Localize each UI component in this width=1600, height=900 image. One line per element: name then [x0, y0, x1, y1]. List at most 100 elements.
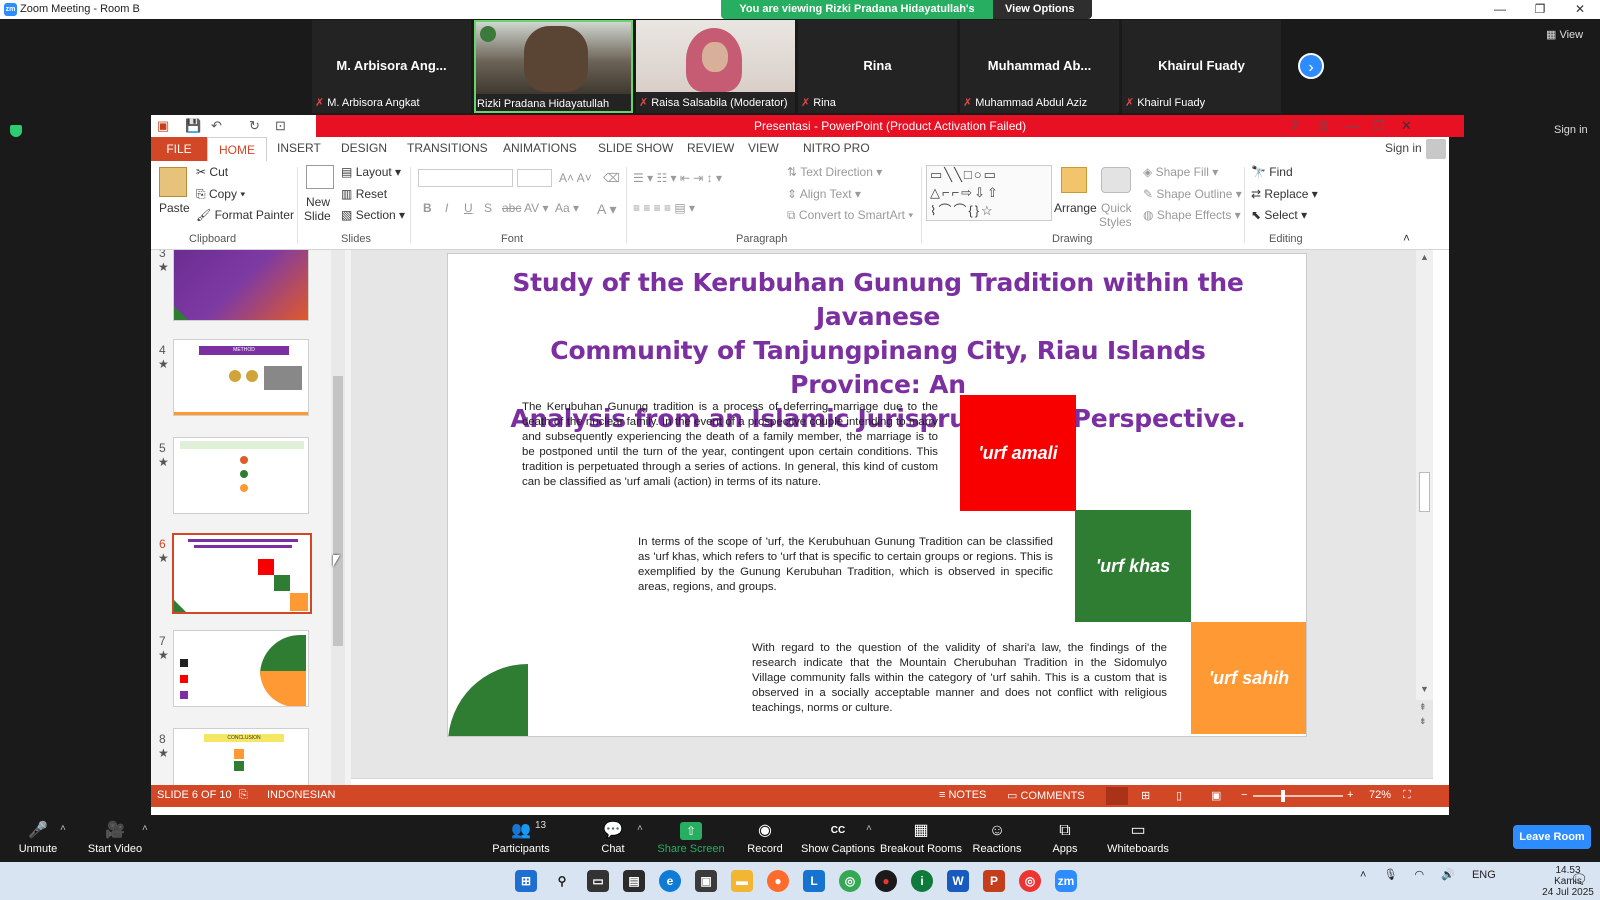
change-case-icon[interactable]: Aa ▾: [555, 201, 579, 215]
select-button[interactable]: ⬉ Select ▾: [1251, 208, 1307, 222]
shape-outline-button[interactable]: ✎ Shape Outline ▾: [1143, 187, 1242, 201]
view-options-button[interactable]: View Options ⌄: [993, 0, 1092, 34]
app-l-icon[interactable]: L: [803, 870, 825, 892]
app-green-icon[interactable]: i: [911, 870, 933, 892]
slide-editing-area[interactable]: Study of the Kerubuhan Gunung Tradition …: [351, 250, 1433, 778]
video-options-chevron-icon[interactable]: ˄: [142, 823, 148, 834]
current-slide[interactable]: Study of the Kerubuhan Gunung Tradition …: [447, 253, 1307, 737]
participant-tile[interactable]: Rina ✗ Rina: [798, 20, 957, 113]
strikethrough-icon[interactable]: abc: [502, 201, 521, 215]
convert-smartart-button[interactable]: ⧉ Convert to SmartArt ▾: [787, 208, 913, 223]
ppt-minimize-icon[interactable]: —: [1346, 118, 1359, 133]
help-icon[interactable]: ?: [1291, 118, 1298, 133]
urf-amali-box[interactable]: 'urf amali: [960, 395, 1076, 511]
zoom-out-icon[interactable]: −: [1241, 789, 1247, 801]
redo-icon[interactable]: ↻: [249, 118, 260, 134]
green-quarter-circle-shape[interactable]: [448, 664, 528, 736]
search-icon[interactable]: ⚲: [551, 870, 573, 892]
collapse-ribbon-icon[interactable]: ˄: [1403, 231, 1410, 245]
security-shield-icon[interactable]: [10, 125, 22, 137]
tab-file[interactable]: FILE: [151, 137, 207, 161]
prev-next-slide-icon[interactable]: ⇞ ⇟: [1419, 700, 1427, 728]
start-video-button[interactable]: 🎥 Start Video: [70, 815, 160, 855]
arrange-button[interactable]: Arrange: [1054, 201, 1097, 215]
user-avatar-icon[interactable]: [1426, 139, 1446, 159]
close-icon[interactable]: ✕: [1560, 0, 1600, 19]
zoom-slider[interactable]: [1253, 795, 1343, 797]
bullets-icon[interactable]: ☰ ▾ ☷ ▾ ⇤ ⇥ ↕ ▾: [633, 171, 722, 185]
audio-options-chevron-icon[interactable]: ˄: [60, 823, 66, 834]
quick-styles-label-2[interactable]: Styles: [1099, 215, 1132, 229]
microphone-icon[interactable]: 🎙: [1384, 869, 1398, 881]
app-red-icon[interactable]: ●: [875, 870, 897, 892]
slide-thumbnail[interactable]: CONCLUSION: [173, 728, 309, 785]
wifi-icon[interactable]: ◠: [1415, 869, 1425, 881]
notification-center-icon[interactable]: 🗨: [1570, 871, 1588, 889]
font-name-combo[interactable]: [418, 169, 513, 187]
shapes-gallery[interactable]: ▭╲╲□○▭ △⌐⌐⇨⇩⇧ ⌇⌒⌒{}☆: [926, 165, 1052, 221]
slide-paragraph-1[interactable]: The Kerubuhan Gunung tradition is a proc…: [522, 400, 938, 490]
bold-icon[interactable]: B: [423, 201, 432, 215]
slide-thumbnail[interactable]: [173, 437, 309, 514]
scroll-up-icon[interactable]: ▲: [1420, 252, 1429, 262]
section-button[interactable]: ▧ Section ▾: [341, 208, 405, 222]
urf-khas-box[interactable]: 'urf khas: [1075, 510, 1191, 622]
clear-formatting-icon[interactable]: ⌫: [603, 171, 620, 185]
align-icons[interactable]: ≡ ≡ ≡ ≡ ▤ ▾: [633, 201, 695, 215]
layout-button[interactable]: ▤ Layout ▾: [341, 165, 401, 179]
slide-paragraph-3[interactable]: With regard to the question of the valid…: [752, 641, 1167, 716]
shape-fill-button[interactable]: ◈ Shape Fill ▾: [1143, 165, 1218, 179]
widgets-icon[interactable]: ▤: [623, 870, 645, 892]
leave-room-button[interactable]: Leave Room: [1513, 825, 1591, 849]
participant-tile[interactable]: Muhammad Ab... ✗ Muhammad Abdul Aziz: [960, 20, 1119, 113]
normal-view-icon[interactable]: [1106, 787, 1128, 805]
ppt-sign-in-link[interactable]: Sign in: [1385, 141, 1422, 159]
quick-styles-label[interactable]: Quick: [1101, 201, 1132, 215]
volume-icon[interactable]: 🔊: [1441, 869, 1455, 881]
notes-toggle[interactable]: ≡ NOTES: [939, 789, 986, 801]
ppt-restore-icon[interactable]: ❐: [1373, 118, 1385, 134]
tab-animations[interactable]: ANIMATIONS: [503, 141, 577, 159]
scroll-down-icon[interactable]: ▼: [1420, 684, 1429, 694]
participants-button[interactable]: 👥 Participants: [476, 815, 566, 855]
shape-effects-button[interactable]: ◍ Shape Effects ▾: [1143, 208, 1241, 222]
chat-button[interactable]: 💬 Chat: [568, 815, 658, 855]
word-icon[interactable]: W: [947, 870, 969, 892]
tab-slide-show[interactable]: SLIDE SHOW: [598, 141, 673, 159]
tab-design[interactable]: DESIGN: [341, 141, 387, 159]
underline-icon[interactable]: U: [464, 201, 473, 215]
reading-view-icon[interactable]: ▯: [1176, 789, 1182, 802]
slide-vertical-scrollbar[interactable]: ▲ ▼: [1416, 250, 1433, 700]
new-slide-icon[interactable]: [306, 165, 334, 189]
tab-home[interactable]: HOME: [207, 137, 267, 161]
slide-thumbnail-selected[interactable]: [172, 533, 312, 614]
show-hidden-icons-chevron-icon[interactable]: ˄: [1360, 869, 1366, 881]
zoom-sign-in-link[interactable]: Sign in: [1554, 124, 1588, 136]
font-size-combo[interactable]: [517, 169, 552, 187]
tab-insert[interactable]: INSERT: [277, 141, 321, 159]
tab-view[interactable]: VIEW: [748, 141, 779, 159]
tab-review[interactable]: REVIEW: [687, 141, 734, 159]
slide-thumbnails-pane[interactable]: 3 ★ 4 ★ METHOD 5 ★ 6 ★ 7 ★ 8 ★ CONCLUSIO…: [151, 250, 351, 785]
edge-browser-icon[interactable]: e: [659, 870, 681, 892]
zoom-in-icon[interactable]: +: [1347, 789, 1353, 801]
italic-icon[interactable]: I: [445, 201, 448, 215]
slide-sorter-icon[interactable]: ⊞: [1141, 789, 1150, 802]
slide-paragraph-2[interactable]: In terms of the scope of 'urf, the Kerub…: [638, 535, 1053, 595]
participant-tile[interactable]: Khairul Fuady ✗ Khairul Fuady: [1122, 20, 1281, 113]
paste-button[interactable]: Paste: [159, 201, 190, 215]
firefox-icon[interactable]: ●: [767, 870, 789, 892]
paste-icon[interactable]: [159, 167, 187, 197]
windows-start-icon[interactable]: ⊞: [515, 870, 537, 892]
format-painter-button[interactable]: 🖌 Format Painter: [196, 208, 294, 222]
slideshow-view-icon[interactable]: ▣: [1211, 789, 1221, 802]
minimize-icon[interactable]: —: [1480, 0, 1520, 19]
new-slide-label-2[interactable]: Slide: [304, 209, 331, 223]
chat-options-chevron-icon[interactable]: ˄: [637, 823, 643, 834]
urf-sahih-box[interactable]: 'urf sahih: [1191, 622, 1306, 734]
font-color-icon[interactable]: A ▾: [597, 201, 616, 218]
reset-button[interactable]: ▥ Reset: [341, 187, 387, 201]
whiteboards-button[interactable]: ▭ Whiteboards: [1093, 815, 1183, 855]
powerpoint-taskbar-icon[interactable]: P: [983, 870, 1005, 892]
participant-tile-active-speaker[interactable]: Rizki Pradana Hidayatullah: [474, 20, 633, 113]
